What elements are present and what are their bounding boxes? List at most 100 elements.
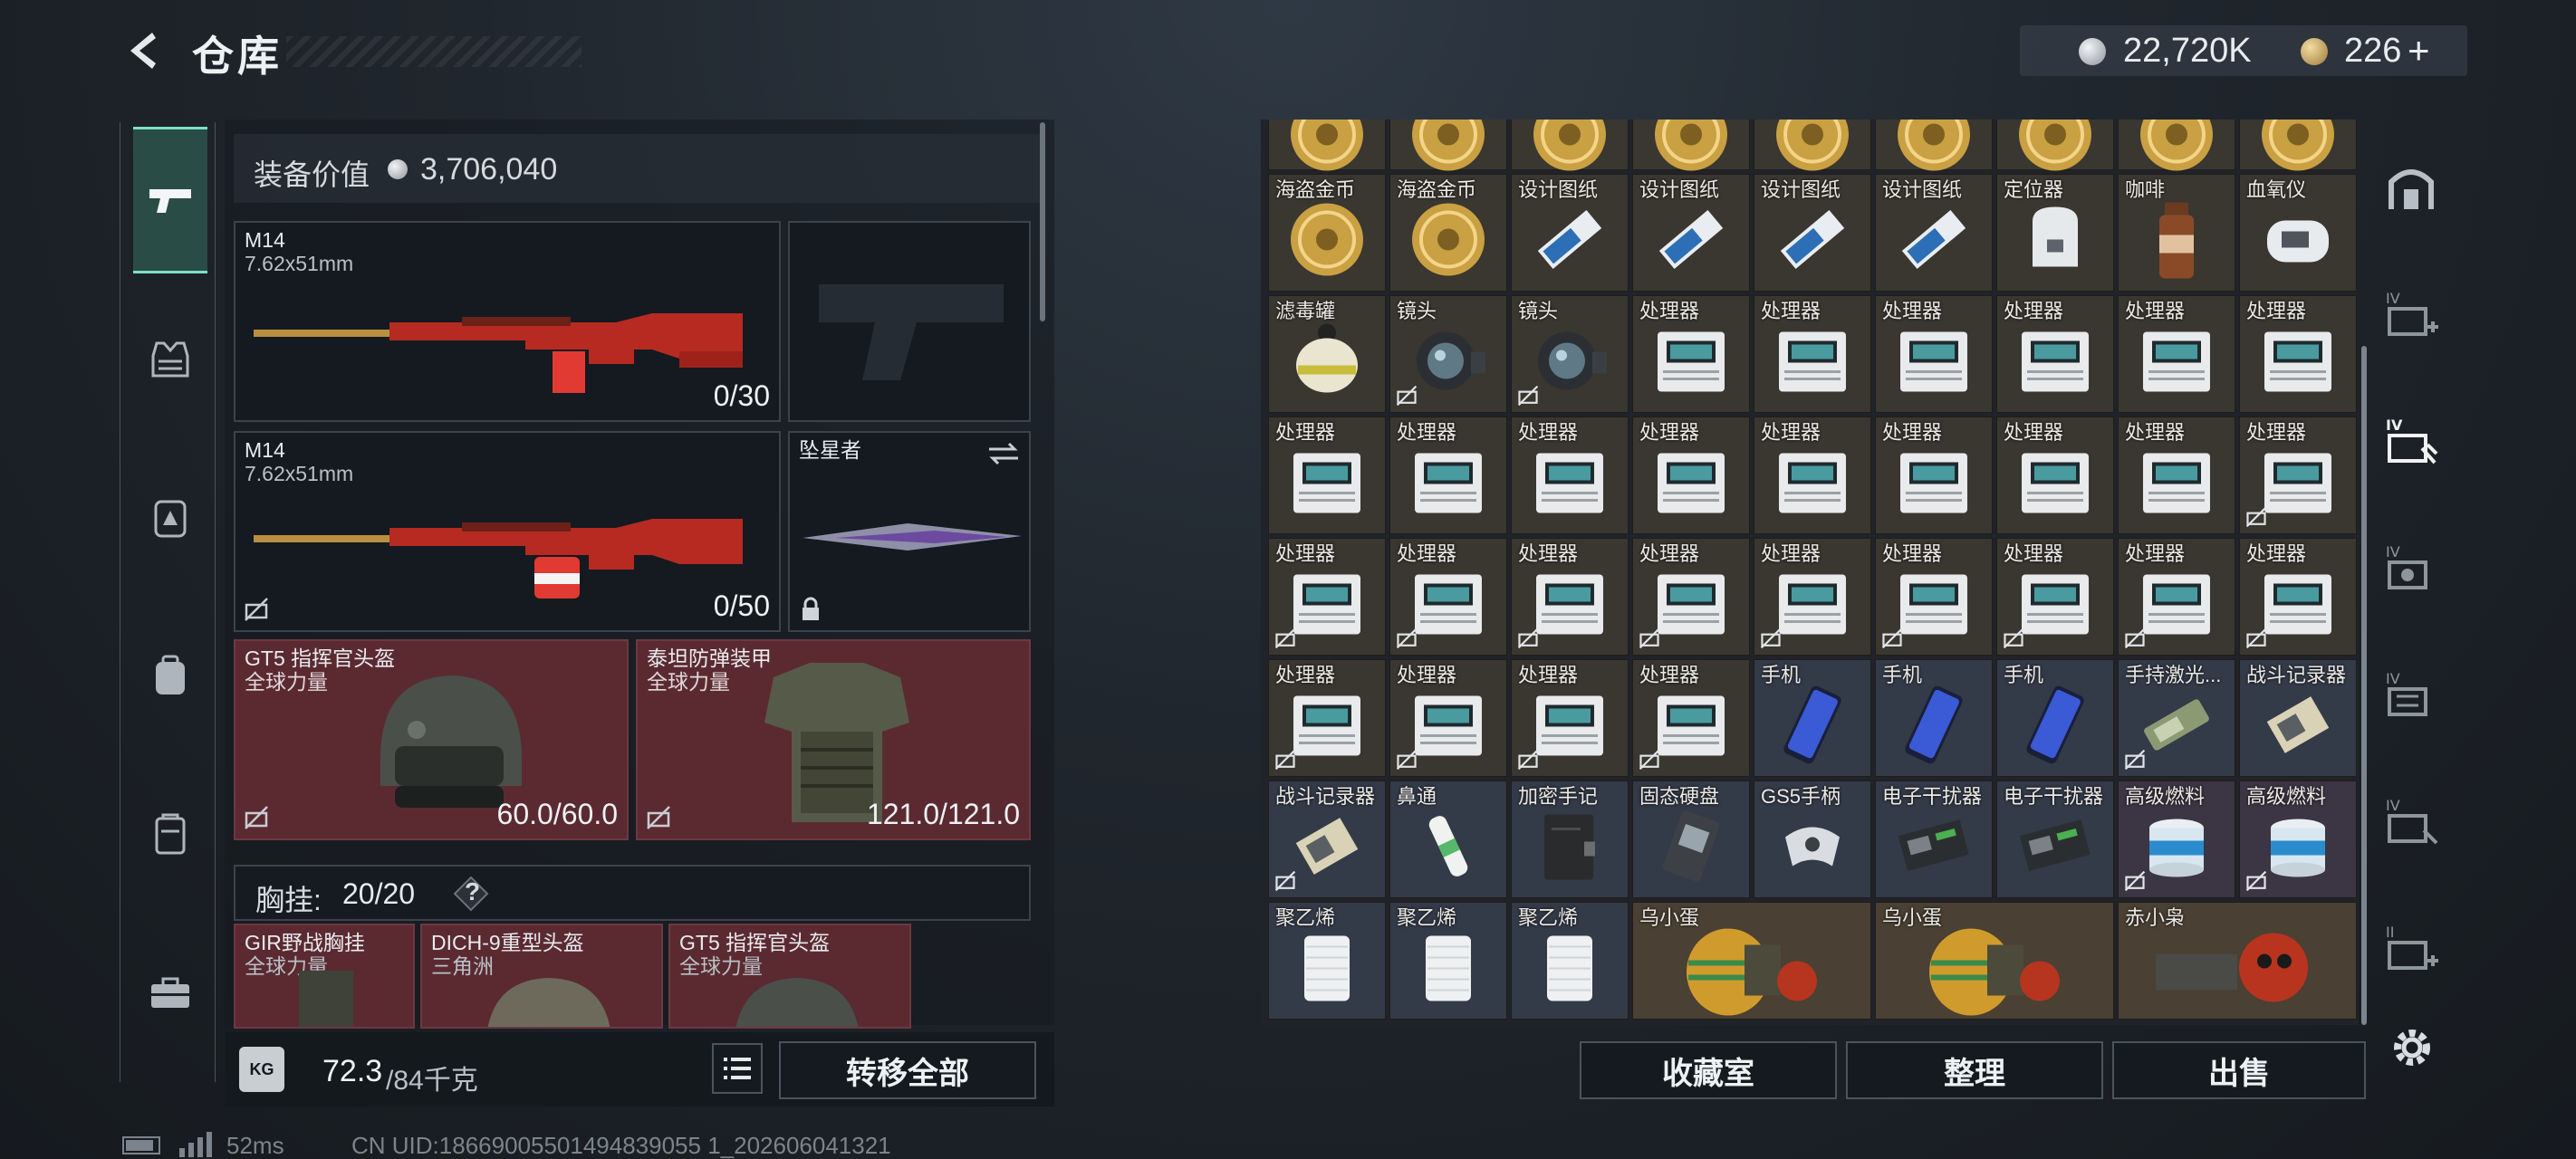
melee-slot[interactable]: 坠星者 (788, 431, 1031, 632)
storage-ii-add-icon[interactable]: II (2382, 919, 2440, 977)
grid-cell-cropped[interactable] (1996, 120, 2114, 171)
chest-item-1[interactable]: GIR野战胸挂 全球力量 (234, 924, 415, 1029)
grid-item-processor[interactable]: 处理器 (1268, 659, 1386, 777)
grid-item-processor[interactable]: 处理器 (2239, 538, 2357, 656)
grid-item-processor[interactable]: 处理器 (1511, 538, 1629, 656)
grid-item-processor[interactable]: 处理器 (1511, 659, 1629, 777)
grid-item-blueprint[interactable]: 设计图纸 (1511, 174, 1629, 292)
grid-item-processor[interactable]: 处理器 (1754, 538, 1871, 656)
grid-item-processor[interactable]: 处理器 (1996, 295, 2114, 413)
chest-item-2[interactable]: DICH-9重型头盔 三角洲 (420, 924, 663, 1029)
tab-case[interactable] (133, 761, 207, 907)
pistol-slot[interactable] (788, 221, 1031, 422)
grid-item-phone[interactable]: 手机 (1754, 659, 1871, 777)
grid-item-processor[interactable]: 处理器 (1632, 417, 1750, 534)
storage-iv-tools-icon[interactable]: IV (2382, 792, 2440, 850)
storage-iv-box-icon[interactable]: IV (2382, 666, 2440, 723)
primary-weapon-slot-1[interactable]: M14 7.62x51mm 0/30 (234, 221, 781, 422)
sell-button[interactable]: 出售 (2112, 1041, 2366, 1099)
home-storage-icon[interactable] (2382, 158, 2440, 216)
grid-item-phone[interactable]: 手机 (1996, 659, 2114, 777)
organize-button[interactable]: 整理 (1846, 1041, 2103, 1099)
grid-item-coin[interactable]: 海盗金币 (1389, 174, 1507, 292)
grid-item-lens[interactable]: 镜头 (1511, 295, 1629, 413)
grid-item-egg[interactable]: 乌小蛋 (1632, 902, 1871, 1020)
grid-cell-cropped[interactable] (1875, 120, 1993, 171)
grid-item-ssd[interactable]: 固态硬盘 (1632, 781, 1750, 898)
help-icon[interactable]: ? (465, 877, 480, 906)
grid-item-owl[interactable]: 赤小枭 (2118, 902, 2357, 1020)
grid-item-recorder[interactable]: 战斗记录器 (2239, 659, 2357, 777)
grid-cell-cropped[interactable] (2239, 120, 2357, 171)
grid-item-processor[interactable]: 处理器 (1632, 659, 1750, 777)
grid-item-processor[interactable]: 处理器 (1268, 538, 1386, 656)
grid-cell-cropped[interactable] (1511, 120, 1629, 171)
grid-cell-cropped[interactable] (2118, 120, 2235, 171)
grid-item-processor[interactable]: 处理器 (1389, 659, 1507, 777)
grid-item-processor[interactable]: 处理器 (2118, 538, 2235, 656)
grid-item-controller[interactable]: GS5手柄 (1754, 781, 1871, 898)
grid-item-locator[interactable]: 定位器 (1996, 174, 2114, 292)
grid-item-canister[interactable]: 滤毒罐 (1268, 295, 1386, 413)
grid-item-recorder[interactable]: 战斗记录器 (1268, 781, 1386, 898)
grid-item-processor[interactable]: 处理器 (1389, 417, 1507, 534)
grid-item-roll[interactable]: 聚乙烯 (1268, 902, 1386, 1020)
chest-rig-header[interactable]: 胸挂: 20/20 ? (234, 865, 1031, 921)
grid-item-processor[interactable]: 处理器 (1996, 538, 2114, 656)
grid-item-blueprint[interactable]: 设计图纸 (1754, 174, 1871, 292)
grid-item-processor[interactable]: 处理器 (1875, 538, 1993, 656)
grid-cell-cropped[interactable] (1632, 120, 1750, 171)
grid-item-processor[interactable]: 处理器 (1268, 417, 1386, 534)
grid-item-laser[interactable]: 手持激光... (2118, 659, 2235, 777)
grid-item-processor[interactable]: 处理器 (1875, 295, 1993, 413)
tab-toolbox[interactable] (133, 919, 207, 1066)
grid-item-processor[interactable]: 处理器 (1754, 417, 1871, 534)
settings-gear-icon[interactable] (2389, 1025, 2435, 1070)
grid-item-processor[interactable]: 处理器 (1996, 417, 2114, 534)
grid-item-processor[interactable]: 处理器 (1632, 295, 1750, 413)
storage-iv-camera-icon[interactable]: IV (2382, 539, 2440, 597)
helmet-slot[interactable]: GT5 指挥官头盔 全球力量 60.0/60.0 (234, 639, 629, 840)
grid-item-lens[interactable]: 镜头 (1389, 295, 1507, 413)
grid-item-coin[interactable]: 海盗金币 (1268, 174, 1386, 292)
grid-item-fuel[interactable]: 高级燃料 (2239, 781, 2357, 898)
grid-item-processor[interactable]: 处理器 (1754, 295, 1871, 413)
grid-item-processor[interactable]: 处理器 (1511, 417, 1629, 534)
storage-iv-add-icon[interactable]: IV (2382, 285, 2440, 343)
primary-weapon-slot-2[interactable]: M14 7.62x51mm 0/50 (234, 431, 781, 632)
storage-iv-active-icon[interactable]: IV (2382, 412, 2440, 470)
grid-item-egg[interactable]: 乌小蛋 (1875, 902, 2114, 1020)
grid-item-fuel[interactable]: 高级燃料 (2118, 781, 2235, 898)
chest-item-3[interactable]: GT5 指挥官头盔 全球力量 (668, 924, 911, 1029)
tab-backpack[interactable] (133, 602, 207, 749)
grid-item-processor[interactable]: 处理器 (1875, 417, 1993, 534)
grid-item-processor[interactable]: 处理器 (2118, 295, 2235, 413)
grid-cell-cropped[interactable] (1754, 120, 1871, 171)
equipment-scrollbar[interactable] (1040, 122, 1045, 321)
back-arrow-icon[interactable] (121, 29, 165, 72)
grid-item-blueprint[interactable]: 设计图纸 (1875, 174, 1993, 292)
swap-icon[interactable] (987, 440, 1020, 467)
collection-room-button[interactable]: 收藏室 (1580, 1041, 1837, 1099)
tab-backpack-special[interactable] (133, 444, 207, 590)
tab-vest[interactable] (133, 285, 207, 432)
armor-slot[interactable]: 泰坦防弹装甲 全球力量 121.0/121.0 (636, 639, 1031, 840)
tab-weapons[interactable] (133, 127, 207, 273)
grid-item-blueprint[interactable]: 设计图纸 (1632, 174, 1750, 292)
grid-item-processor[interactable]: 处理器 (2239, 295, 2357, 413)
transfer-all-button[interactable]: 转移全部 (779, 1041, 1036, 1099)
grid-item-oximeter[interactable]: 血氧仪 (2239, 174, 2357, 292)
grid-item-notebook[interactable]: 加密手记 (1511, 781, 1629, 898)
grid-item-jammer[interactable]: 电子干扰器 (1875, 781, 1993, 898)
list-view-button[interactable] (712, 1043, 763, 1094)
grid-item-jammer[interactable]: 电子干扰器 (1996, 781, 2114, 898)
grid-item-processor[interactable]: 处理器 (2239, 417, 2357, 534)
grid-item-coffee[interactable]: 咖啡 (2118, 174, 2235, 292)
grid-cell-cropped[interactable] (1268, 120, 1386, 171)
grid-item-roll[interactable]: 聚乙烯 (1389, 902, 1507, 1020)
grid-item-processor[interactable]: 处理器 (2118, 417, 2235, 534)
add-gold-button[interactable]: + (2408, 29, 2430, 72)
grid-item-roll[interactable]: 聚乙烯 (1511, 902, 1629, 1020)
grid-item-processor[interactable]: 处理器 (1632, 538, 1750, 656)
grid-item-phone[interactable]: 手机 (1875, 659, 1993, 777)
